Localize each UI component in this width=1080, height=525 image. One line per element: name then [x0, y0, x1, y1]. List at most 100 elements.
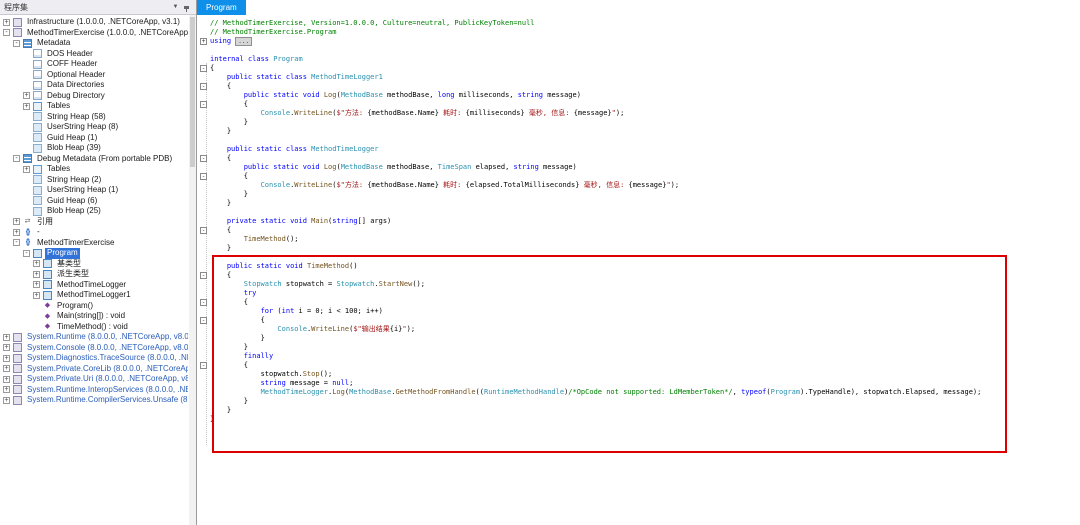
tree-item[interactable]: +派生类型 — [1, 269, 188, 280]
tree-item[interactable]: +Tables — [1, 101, 188, 112]
code-token-method[interactable]: WriteLine — [294, 109, 332, 117]
code-token-method[interactable]: TimeMethod — [307, 262, 349, 270]
fold-collapse-icon[interactable]: - — [200, 272, 207, 279]
fold-collapse-icon[interactable]: - — [200, 101, 207, 108]
tree-item[interactable]: -{}MethodTimerExercise — [1, 238, 188, 249]
expand-icon[interactable]: + — [23, 92, 30, 99]
expand-icon[interactable]: + — [23, 103, 30, 110]
tree-item[interactable]: +⇄引用 — [1, 217, 188, 228]
tree-item[interactable]: String Heap (2) — [1, 175, 188, 186]
code-token-method[interactable]: Stop — [303, 370, 320, 378]
code-token-type[interactable]: RuntimeMethodHandle — [484, 388, 564, 396]
code-token-type[interactable]: Console — [277, 325, 307, 333]
tree-item[interactable]: +Tables — [1, 164, 188, 175]
expand-icon[interactable]: + — [3, 19, 10, 26]
expand-icon[interactable]: + — [33, 271, 40, 278]
code-view[interactable]: // MethodTimerExercise, Version=1.0.0.0,… — [197, 15, 1080, 525]
tree-item[interactable]: +MethodTimeLogger1 — [1, 290, 188, 301]
tree-item[interactable]: +{}- — [1, 227, 188, 238]
expand-icon[interactable]: + — [23, 166, 30, 173]
fold-expand-icon[interactable]: + — [200, 38, 207, 45]
code-token-type[interactable]: Program — [771, 388, 801, 396]
fold-collapse-icon[interactable]: - — [200, 362, 207, 369]
expand-icon[interactable]: + — [3, 344, 10, 351]
code-token-method[interactable]: Main — [311, 217, 328, 225]
code-token-type[interactable]: MethodTimeLogger — [261, 388, 328, 396]
tree-item[interactable]: +Infrastructure (1.0.0.0, .NETCoreApp, v… — [1, 17, 188, 28]
tree-item[interactable]: Data Directories — [1, 80, 188, 91]
fold-collapse-icon[interactable]: - — [200, 155, 207, 162]
tree-item[interactable]: -Program — [1, 248, 188, 259]
expand-icon[interactable]: + — [3, 386, 10, 393]
collapse-icon[interactable]: - — [13, 155, 20, 162]
expand-icon[interactable]: + — [3, 376, 10, 383]
sidebar-scrollbar[interactable] — [189, 15, 196, 525]
fold-collapse-icon[interactable]: - — [200, 299, 207, 306]
fold-collapse-icon[interactable]: - — [200, 65, 207, 72]
tree-item[interactable]: +MethodTimeLogger — [1, 280, 188, 291]
code-token-type[interactable]: MethodBase — [341, 163, 383, 171]
fold-collapse-icon[interactable]: - — [200, 227, 207, 234]
expand-icon[interactable]: + — [3, 365, 10, 372]
tree-item[interactable]: +System.Private.Uri (8.0.0.0, .NETCoreAp… — [1, 374, 188, 385]
tree-item[interactable]: COFF Header — [1, 59, 188, 70]
expand-icon[interactable]: + — [33, 281, 40, 288]
tree-item[interactable]: DOS Header — [1, 49, 188, 60]
code-token-method[interactable]: TimeMethod — [244, 235, 286, 243]
tree-item[interactable]: +System.Diagnostics.TraceSource (8.0.0.0… — [1, 353, 188, 364]
tree-item[interactable]: -MethodTimerExercise (1.0.0.0, .NETCoreA… — [1, 28, 188, 39]
tab-program[interactable]: Program — [197, 0, 246, 15]
tree-item[interactable]: ◆Program() — [1, 301, 188, 312]
collapse-icon[interactable]: - — [3, 29, 10, 36]
tree-item[interactable]: +System.Private.CoreLib (8.0.0.0, .NETCo… — [1, 364, 188, 375]
tree-item[interactable]: Blob Heap (25) — [1, 206, 188, 217]
code-token-type[interactable]: Stopwatch — [244, 280, 282, 288]
code-token-type[interactable]: Console — [261, 109, 291, 117]
pin-icon[interactable] — [181, 2, 192, 13]
tree-item[interactable]: +System.Runtime.CompilerServices.Unsafe … — [1, 395, 188, 406]
code-token-type[interactable]: Program — [273, 55, 303, 63]
expand-icon[interactable]: + — [13, 218, 20, 225]
code-token-type[interactable]: MethodBase — [341, 91, 383, 99]
code-token-type[interactable]: MethodTimeLogger1 — [311, 73, 383, 81]
expand-icon[interactable]: + — [13, 229, 20, 236]
tree-item[interactable]: +基类型 — [1, 259, 188, 270]
tree-item[interactable]: +System.Console (8.0.0.0, .NETCoreApp, v… — [1, 343, 188, 354]
expand-icon[interactable]: + — [33, 292, 40, 299]
fold-collapse-icon[interactable]: - — [200, 83, 207, 90]
tree-item[interactable]: Guid Heap (1) — [1, 133, 188, 144]
code-token-type[interactable]: Stopwatch — [336, 280, 374, 288]
code-token-type[interactable]: Console — [261, 181, 291, 189]
tree-item[interactable]: -Debug Metadata (From portable PDB) — [1, 154, 188, 165]
expand-icon[interactable]: + — [33, 260, 40, 267]
tree-item[interactable]: +System.Runtime (8.0.0.0, .NETCoreApp, v… — [1, 332, 188, 343]
tree-item[interactable]: UserString Heap (8) — [1, 122, 188, 133]
fold-collapse-icon[interactable]: - — [200, 317, 207, 324]
code-token-method[interactable]: StartNew — [379, 280, 413, 288]
tree-item[interactable]: Optional Header — [1, 70, 188, 81]
code-token-type[interactable]: TimeSpan — [438, 163, 472, 171]
sidebar-scrollbar-thumb[interactable] — [190, 17, 195, 167]
collapse-icon[interactable]: - — [23, 250, 30, 257]
tree-item[interactable]: +Debug Directory — [1, 91, 188, 102]
code-token-method[interactable]: Log — [332, 388, 345, 396]
tree-item[interactable]: ◆TimeMethod() : void — [1, 322, 188, 333]
code-token-method[interactable]: Log — [324, 91, 337, 99]
tree-item[interactable]: Blob Heap (39) — [1, 143, 188, 154]
expand-icon[interactable]: + — [3, 355, 10, 362]
code-token-type[interactable]: MethodTimeLogger — [311, 145, 378, 153]
code-token-method[interactable]: Log — [324, 163, 337, 171]
tree-item[interactable]: -Metadata — [1, 38, 188, 49]
tree-item[interactable]: Guid Heap (6) — [1, 196, 188, 207]
tree-item[interactable]: String Heap (58) — [1, 112, 188, 123]
collapsed-region-box[interactable]: ... — [235, 37, 252, 46]
tree-item[interactable]: UserString Heap (1) — [1, 185, 188, 196]
fold-collapse-icon[interactable]: - — [200, 173, 207, 180]
code-token-type[interactable]: MethodBase — [349, 388, 391, 396]
code-token-method[interactable]: WriteLine — [294, 181, 332, 189]
tree-item[interactable]: +System.Runtime.InteropServices (8.0.0.0… — [1, 385, 188, 396]
tree-item[interactable]: ◆Main(string[]) : void — [1, 311, 188, 322]
window-position-chevron-icon[interactable]: ▼ — [170, 2, 181, 13]
collapse-icon[interactable]: - — [13, 40, 20, 47]
collapse-icon[interactable]: - — [13, 239, 20, 246]
